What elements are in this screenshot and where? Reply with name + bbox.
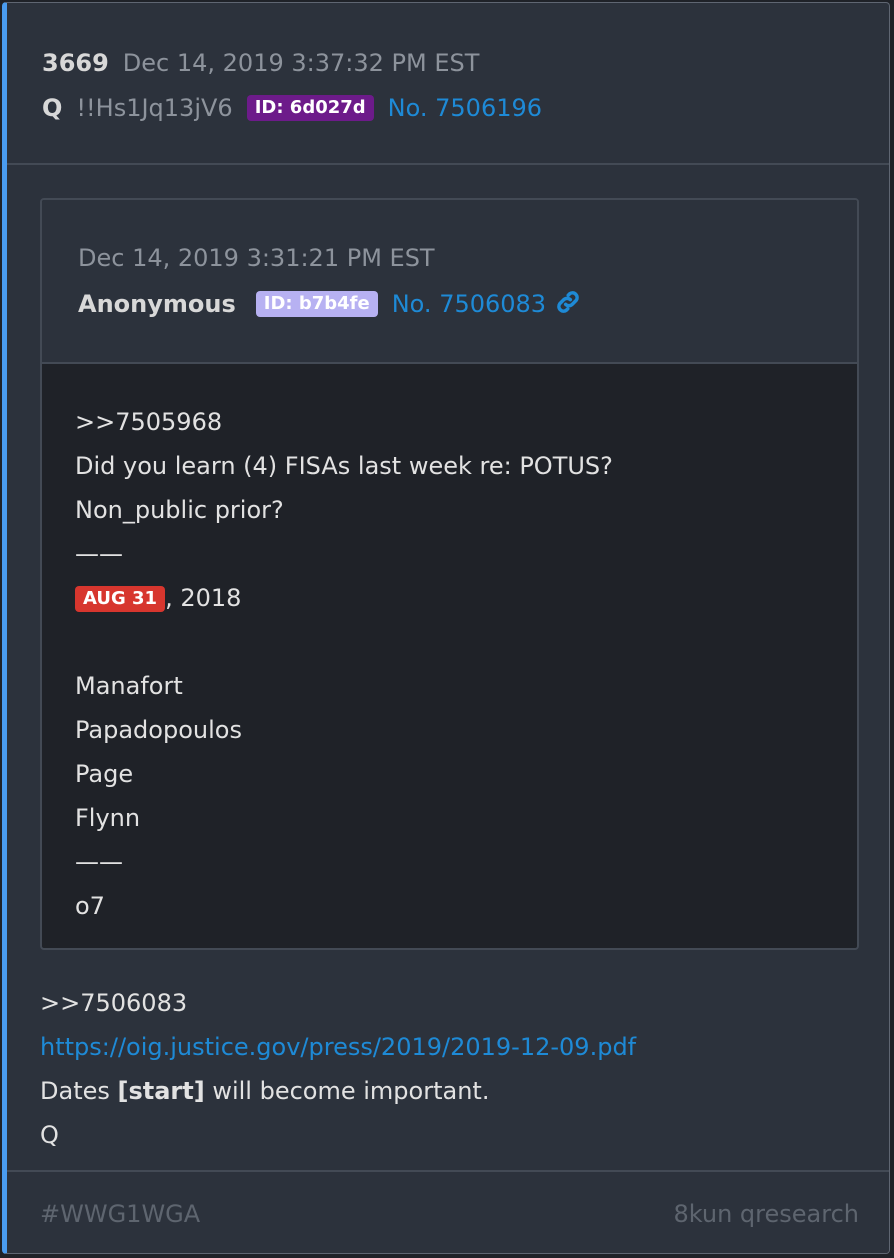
quoted-divider: —— xyxy=(75,540,123,568)
pdf-link[interactable]: https://oig.justice.gov/press/2019/2019-… xyxy=(40,1033,636,1061)
post-footer: #WWG1WGA 8kun qresearch xyxy=(7,1170,889,1253)
quoted-post-number-link[interactable]: No. 7506083 xyxy=(392,290,546,318)
post-body: >>7506083 https://oig.justice.gov/press/… xyxy=(40,981,869,1157)
quoted-author-name: Anonymous xyxy=(78,290,236,318)
date-year: , 2018 xyxy=(165,584,242,612)
quoted-line: Did you learn (4) FISAs last week re: PO… xyxy=(75,452,613,480)
post-number: 3669 xyxy=(42,49,109,77)
quoted-line: Page xyxy=(75,760,134,788)
quoted-post-body: >>7505968 Did you learn (4) FISAs last w… xyxy=(75,400,837,928)
quoted-divider: —— xyxy=(75,848,123,876)
url-line: https://oig.justice.gov/press/2019/2019-… xyxy=(40,1025,869,1069)
reply-ref[interactable]: >>7506083 xyxy=(40,981,869,1025)
source-label: 8kun qresearch xyxy=(673,1200,859,1228)
signature: Q xyxy=(40,1121,59,1149)
quoted-date-line: AUG 31, 2018 xyxy=(75,576,837,620)
quoted-post: Dec 14, 2019 3:31:21 PM EST Anonymous ID… xyxy=(40,198,859,950)
quoted-line: Papadopoulos xyxy=(75,716,242,744)
poster-id-badge[interactable]: ID: 6d027d xyxy=(246,95,374,121)
quoted-line: o7 xyxy=(75,892,105,920)
quoted-id-badge[interactable]: ID: b7b4fe xyxy=(255,291,378,317)
quoted-reply-ref[interactable]: >>7505968 xyxy=(75,400,837,444)
body-text: will become important. xyxy=(204,1077,490,1105)
body-bold-text: [start] xyxy=(117,1077,205,1105)
quoted-line: Manafort xyxy=(75,672,183,700)
date-badge: AUG 31 xyxy=(75,586,166,612)
quoted-datetime: Dec 14, 2019 3:31:21 PM EST xyxy=(78,244,435,272)
post-meta-line: 3669 Dec 14, 2019 3:37:32 PM EST xyxy=(42,49,479,77)
author-name: Q xyxy=(42,94,63,122)
tripcode: !!Hs1Jq13jV6 xyxy=(76,94,233,122)
quoted-line: Non_public prior? xyxy=(75,496,284,524)
post-number-link[interactable]: No. 7506196 xyxy=(388,94,542,122)
post-author-line: Q !!Hs1Jq13jV6 ID: 6d027d No. 7506196 xyxy=(42,94,542,122)
body-text: Dates xyxy=(40,1077,118,1105)
quoted-blank-line xyxy=(75,620,837,664)
post-header: 3669 Dec 14, 2019 3:37:32 PM EST Q !!Hs1… xyxy=(7,3,889,165)
hashtag: #WWG1WGA xyxy=(40,1200,201,1228)
post-card: 3669 Dec 14, 2019 3:37:32 PM EST Q !!Hs1… xyxy=(2,2,890,1254)
quoted-line: Flynn xyxy=(75,804,141,832)
quoted-author-line: Anonymous ID: b7b4fe No. 7506083 xyxy=(78,288,582,320)
body-line: Dates [start] will become important. xyxy=(40,1069,869,1113)
quoted-meta-line: Dec 14, 2019 3:31:21 PM EST xyxy=(78,244,435,272)
quoted-post-header: Dec 14, 2019 3:31:21 PM EST Anonymous ID… xyxy=(42,200,857,364)
link-icon[interactable] xyxy=(554,288,582,320)
post-datetime: Dec 14, 2019 3:37:32 PM EST xyxy=(122,49,480,77)
